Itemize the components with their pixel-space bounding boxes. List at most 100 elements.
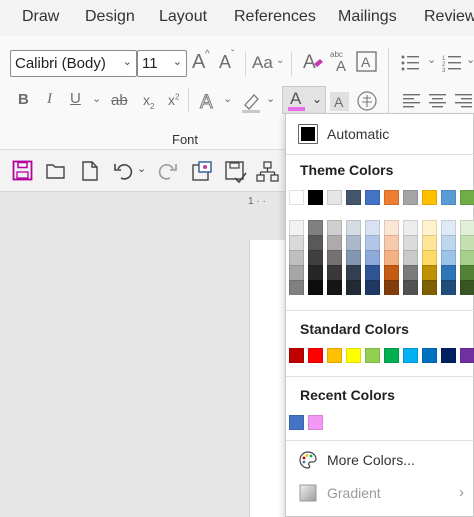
- character-border-icon[interactable]: A: [356, 51, 378, 73]
- standard-color-swatch[interactable]: [308, 348, 323, 363]
- superscript-button[interactable]: x2: [168, 93, 179, 107]
- change-case-icon[interactable]: Aa: [252, 54, 273, 71]
- theme-shade-swatch[interactable]: [308, 235, 323, 250]
- theme-shade-swatch[interactable]: [308, 280, 323, 295]
- theme-shade-swatch[interactable]: [422, 280, 437, 295]
- save-icon[interactable]: [12, 160, 34, 182]
- theme-shade-swatch[interactable]: [365, 250, 380, 265]
- align-right-icon[interactable]: [455, 92, 473, 110]
- theme-color-swatch[interactable]: [289, 190, 304, 205]
- highlighter-icon[interactable]: [240, 90, 264, 114]
- more-colors-option[interactable]: More Colors...: [286, 446, 474, 474]
- theme-shade-swatch[interactable]: [289, 235, 304, 250]
- recent-color-swatch[interactable]: [289, 415, 304, 430]
- chevron-down-icon[interactable]: ⌄: [92, 94, 101, 105]
- theme-shade-swatch[interactable]: [441, 220, 456, 235]
- theme-shade-swatch[interactable]: [346, 220, 361, 235]
- theme-shade-swatch[interactable]: [384, 265, 399, 280]
- italic-button[interactable]: I: [47, 92, 52, 107]
- theme-shade-swatch[interactable]: [403, 220, 418, 235]
- align-center-icon[interactable]: [429, 92, 447, 110]
- subscript-button[interactable]: x2: [143, 93, 154, 111]
- text-effects-icon[interactable]: A: [198, 90, 218, 113]
- save-check-icon[interactable]: [224, 160, 248, 184]
- theme-shade-swatch[interactable]: [327, 235, 342, 250]
- theme-shade-swatch[interactable]: [308, 265, 323, 280]
- standard-color-swatch[interactable]: [346, 348, 361, 363]
- theme-shade-swatch[interactable]: [403, 280, 418, 295]
- theme-shade-swatch[interactable]: [327, 280, 342, 295]
- automatic-color-option[interactable]: Automatic: [286, 118, 474, 150]
- theme-shade-swatch[interactable]: [365, 220, 380, 235]
- strikethrough-button[interactable]: ab: [111, 93, 128, 108]
- grow-font-icon[interactable]: A: [192, 52, 205, 72]
- org-chart-icon[interactable]: [256, 160, 280, 184]
- theme-color-swatch[interactable]: [384, 190, 399, 205]
- standard-color-swatch[interactable]: [365, 348, 380, 363]
- theme-color-swatch[interactable]: [308, 190, 323, 205]
- standard-color-swatch[interactable]: [422, 348, 437, 363]
- theme-color-swatch[interactable]: [346, 190, 361, 205]
- theme-shade-swatch[interactable]: [365, 235, 380, 250]
- recent-color-swatch[interactable]: [308, 415, 323, 430]
- chevron-down-icon[interactable]: ⌄: [223, 94, 232, 105]
- tab-review[interactable]: Review: [424, 8, 474, 26]
- gradient-option[interactable]: Gradient ›: [286, 479, 474, 507]
- document-page[interactable]: [249, 240, 289, 517]
- theme-shade-swatch[interactable]: [403, 265, 418, 280]
- theme-shade-swatch[interactable]: [289, 220, 304, 235]
- theme-shade-swatch[interactable]: [422, 250, 437, 265]
- theme-color-swatch[interactable]: [422, 190, 437, 205]
- tab-layout[interactable]: Layout: [159, 8, 207, 26]
- character-shading-icon[interactable]: A: [330, 90, 350, 112]
- open-folder-icon[interactable]: [45, 160, 67, 182]
- theme-shade-swatch[interactable]: [422, 265, 437, 280]
- theme-shade-swatch[interactable]: [460, 280, 474, 295]
- theme-color-swatch[interactable]: [403, 190, 418, 205]
- chevron-down-icon[interactable]: ⌄: [137, 162, 146, 175]
- tab-draw[interactable]: Draw: [22, 8, 59, 26]
- theme-shade-swatch[interactable]: [289, 250, 304, 265]
- theme-shade-swatch[interactable]: [346, 235, 361, 250]
- theme-shade-swatch[interactable]: [346, 250, 361, 265]
- theme-shade-swatch[interactable]: [384, 220, 399, 235]
- chevron-down-icon[interactable]: ⌄: [266, 94, 275, 105]
- redo-icon[interactable]: [156, 160, 178, 182]
- font-name-dropdown[interactable]: Calibri (Body) ⌄: [10, 50, 137, 77]
- theme-shade-swatch[interactable]: [441, 250, 456, 265]
- bullets-icon[interactable]: [400, 53, 420, 73]
- theme-shade-swatch[interactable]: [384, 235, 399, 250]
- standard-color-swatch[interactable]: [327, 348, 342, 363]
- theme-shade-swatch[interactable]: [403, 235, 418, 250]
- theme-shade-swatch[interactable]: [308, 220, 323, 235]
- bold-button[interactable]: B: [18, 92, 29, 107]
- theme-shade-swatch[interactable]: [346, 280, 361, 295]
- theme-shade-swatch[interactable]: [384, 280, 399, 295]
- undo-icon[interactable]: [113, 160, 135, 182]
- standard-color-swatch[interactable]: [289, 348, 304, 363]
- theme-shade-swatch[interactable]: [327, 265, 342, 280]
- theme-shade-swatch[interactable]: [403, 250, 418, 265]
- theme-shade-swatch[interactable]: [327, 220, 342, 235]
- theme-shade-swatch[interactable]: [289, 265, 304, 280]
- theme-color-swatch[interactable]: [441, 190, 456, 205]
- clear-formatting-icon[interactable]: A: [302, 50, 324, 74]
- theme-shade-swatch[interactable]: [422, 220, 437, 235]
- tab-design[interactable]: Design: [85, 8, 135, 26]
- theme-shade-swatch[interactable]: [365, 265, 380, 280]
- chevron-down-icon[interactable]: ⌄: [427, 55, 436, 66]
- chevron-down-icon[interactable]: ⌄: [312, 92, 322, 106]
- theme-color-swatch[interactable]: [460, 190, 474, 205]
- tab-mailings[interactable]: Mailings: [338, 8, 397, 26]
- align-left-icon[interactable]: [403, 92, 421, 110]
- theme-shade-swatch[interactable]: [441, 280, 456, 295]
- new-document-icon[interactable]: [80, 160, 100, 182]
- numbering-icon[interactable]: 1 2 3: [442, 53, 462, 73]
- font-size-dropdown[interactable]: 11 ⌄: [137, 50, 187, 77]
- theme-shade-swatch[interactable]: [460, 250, 474, 265]
- theme-shade-swatch[interactable]: [441, 265, 456, 280]
- theme-shade-swatch[interactable]: [422, 235, 437, 250]
- shrink-font-icon[interactable]: A: [219, 53, 231, 71]
- tab-references[interactable]: References: [234, 8, 316, 26]
- chevron-down-icon[interactable]: ⌄: [466, 55, 474, 66]
